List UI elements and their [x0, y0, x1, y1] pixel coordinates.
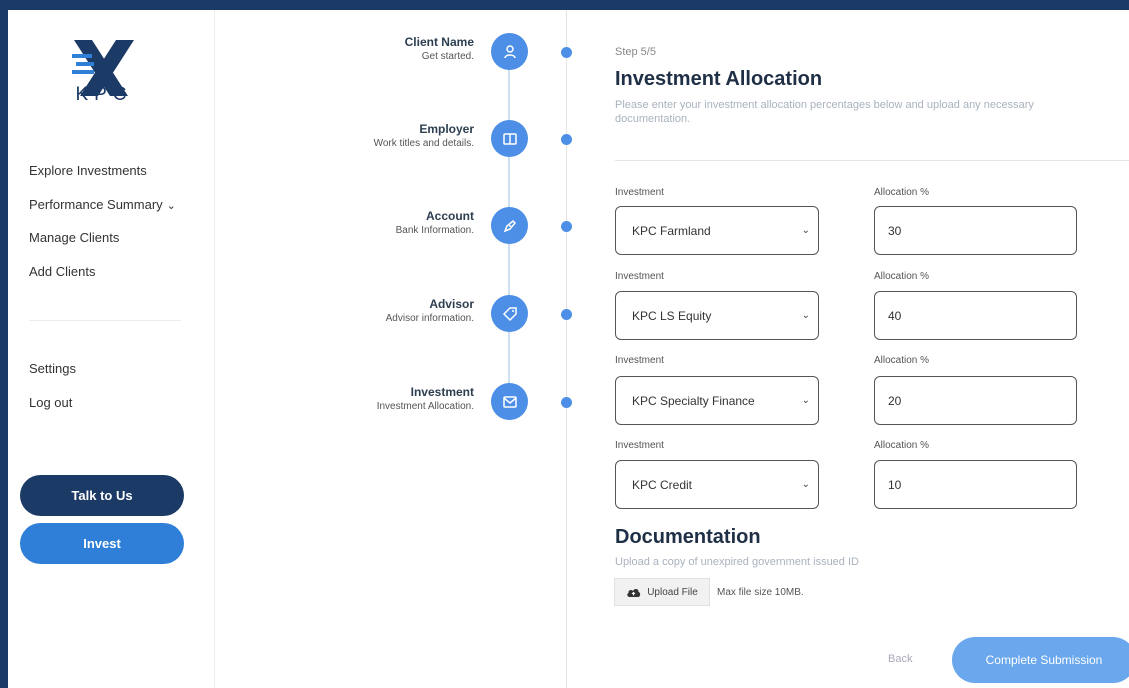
upload-label: Upload File [647, 586, 698, 598]
nav-add-clients[interactable]: Add Clients [29, 264, 95, 279]
step-title: Investment [410, 385, 474, 399]
nav-settings[interactable]: Settings [29, 361, 76, 376]
upload-file-button[interactable]: Upload File [614, 578, 710, 606]
select-value: KPC Credit [632, 477, 693, 492]
cloud-upload-icon [627, 588, 641, 597]
step-employer[interactable]: Employer Work titles and details. [8, 120, 572, 162]
step-subtitle: Advisor information. [385, 313, 474, 324]
sidebar: KPC Explore Investments Performance Summ… [8, 10, 215, 688]
step-dot [561, 309, 572, 320]
back-button[interactable]: Back [888, 653, 912, 665]
chevron-down-icon: ⌄ [801, 310, 810, 321]
allocation-label: Allocation % [874, 355, 930, 366]
investment-label: Investment [615, 440, 664, 451]
step-client-name[interactable]: Client Name Get started. [8, 33, 572, 75]
step-dot [561, 397, 572, 408]
nav-label: Settings [29, 361, 76, 376]
page-title: Investment Allocation [615, 68, 823, 90]
step-title: Advisor [429, 297, 474, 311]
book-icon [491, 120, 528, 157]
step-subtitle: Bank Information. [395, 225, 474, 236]
tag-icon [491, 295, 528, 332]
step-title: Employer [419, 122, 474, 136]
step-investment[interactable]: Investment Investment Allocation. [8, 383, 572, 425]
investment-label: Investment [615, 187, 664, 198]
allocation-input-2[interactable]: 40 [874, 291, 1077, 340]
nav-label: Explore Investments [29, 163, 147, 178]
step-dot [561, 221, 572, 232]
allocation-input-1[interactable]: 30 [874, 206, 1077, 255]
nav-label: Add Clients [29, 264, 96, 279]
complete-submission-button[interactable]: Complete Submission [952, 637, 1129, 683]
select-value: KPC Farmland [632, 223, 711, 238]
investment-select-2[interactable]: KPC LS Equity ⌄ [615, 291, 819, 340]
user-icon [491, 33, 528, 70]
documentation-description: Upload a copy of unexpired government is… [615, 556, 859, 568]
step-advisor[interactable]: Advisor Advisor information. [8, 295, 572, 337]
investment-select-1[interactable]: KPC Farmland ⌄ [615, 206, 819, 255]
invest-button[interactable]: Invest [20, 523, 184, 564]
talk-to-us-button[interactable]: Talk to Us [20, 475, 184, 516]
nav-explore-investments[interactable]: Explore Investments [29, 163, 147, 178]
chevron-down-icon: ⌄ [801, 395, 810, 406]
divider-line [566, 10, 567, 688]
select-value: KPC Specialty Finance [632, 393, 755, 408]
max-file-size: Max file size 10MB. [717, 587, 804, 598]
investment-label: Investment [615, 355, 664, 366]
logo-text: KPC [75, 84, 133, 105]
step-dot [561, 134, 572, 145]
allocation-label: Allocation % [874, 440, 930, 451]
allocation-label: Allocation % [874, 271, 930, 282]
step-title: Client Name [404, 35, 474, 49]
chevron-down-icon: ⌄ [801, 225, 810, 236]
investment-select-3[interactable]: KPC Specialty Finance ⌄ [615, 376, 819, 425]
step-title: Account [426, 209, 474, 223]
form-description: Please enter your investment allocation … [615, 99, 1034, 125]
step-subtitle: Work titles and details. [373, 138, 474, 149]
allocation-input-4[interactable]: 10 [874, 460, 1077, 509]
allocation-label: Allocation % [874, 187, 930, 198]
investment-select-4[interactable]: KPC Credit ⌄ [615, 460, 819, 509]
step-account[interactable]: Account Bank Information. [8, 207, 572, 249]
pen-icon [491, 207, 528, 244]
select-value: KPC LS Equity [632, 308, 712, 323]
mail-icon [491, 383, 528, 420]
step-dot [561, 47, 572, 58]
form-divider [615, 160, 1129, 161]
allocation-input-3[interactable]: 20 [874, 376, 1077, 425]
chevron-down-icon: ⌄ [801, 479, 810, 490]
investment-label: Investment [615, 271, 664, 282]
app-frame: KPC Explore Investments Performance Summ… [8, 10, 1129, 688]
step-count: Step 5/5 [615, 46, 656, 58]
step-subtitle: Get started. [421, 51, 474, 62]
documentation-title: Documentation [615, 526, 761, 548]
step-subtitle: Investment Allocation. [376, 401, 474, 412]
